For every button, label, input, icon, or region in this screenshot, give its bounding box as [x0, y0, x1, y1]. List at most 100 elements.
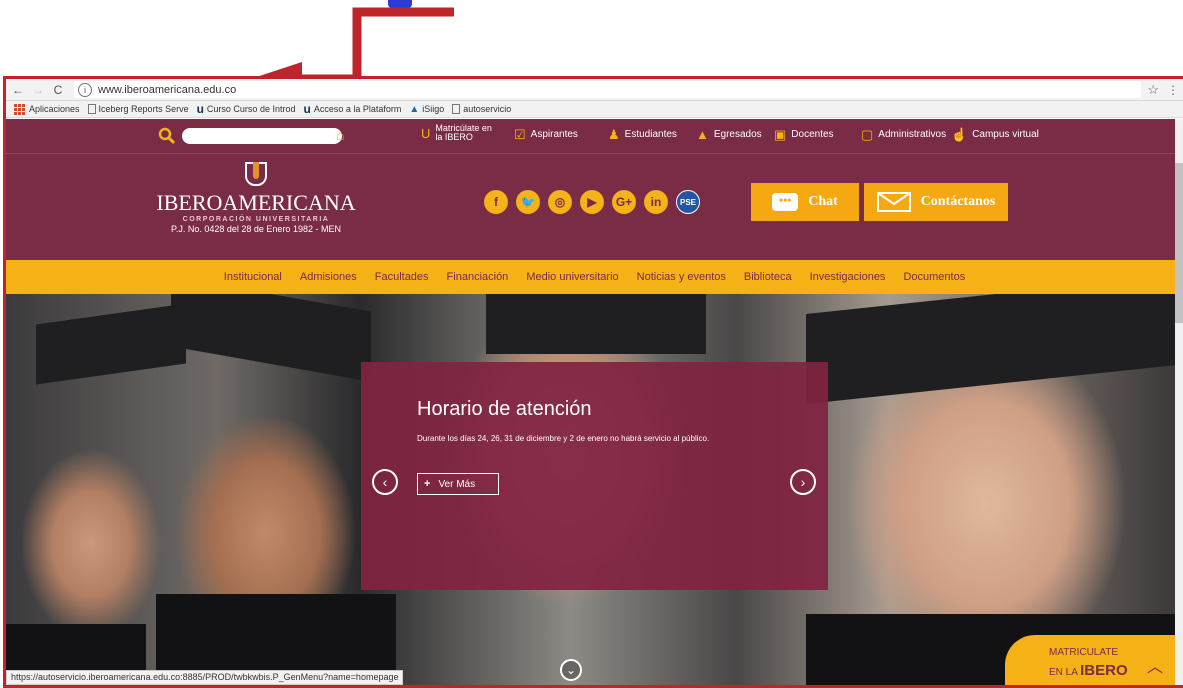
promo-panel: Horario de atención Durante los días 24,…: [361, 362, 828, 590]
chat-label: Chat: [808, 194, 838, 209]
bookmark-label: autoservicio: [463, 104, 512, 114]
bookmark-label: Acceso a la Plataform: [313, 104, 402, 114]
promo-text: Durante los días 24, 26, 31 de diciembre…: [417, 434, 710, 443]
bookmark-label: Aplicaciones: [29, 104, 80, 114]
bookmark-star-icon[interactable]: ☆: [1147, 82, 1159, 98]
status-bar: https://autoservicio.iberoamericana.edu.…: [6, 670, 404, 685]
topnav-aspirantes[interactable]: ☑ Aspirantes: [514, 128, 578, 141]
topnav-campus-virtual[interactable]: ☝ Campus virtual: [951, 128, 1039, 141]
bookmark-iceberg[interactable]: Iceberg Reports Serve: [87, 104, 189, 114]
mainnav-facultades[interactable]: Facultades: [375, 271, 429, 283]
bookmark-label: iSiigo: [422, 104, 445, 114]
graduation-cap-image: [486, 294, 706, 354]
ibero-mark-icon: U: [421, 125, 431, 141]
teacher-icon: ▣: [774, 127, 787, 142]
matriculate-line2-pre: EN LA: [1049, 667, 1078, 678]
topnav-label: Administrativos: [878, 129, 947, 140]
plus-icon: +: [424, 478, 431, 490]
topnav-estudiantes[interactable]: ♟ Estudiantes: [608, 128, 677, 141]
reload-button[interactable]: C: [50, 83, 66, 97]
document-icon: ▢: [861, 127, 874, 142]
topnav-label: la IBERO: [435, 132, 473, 142]
ibero-logo[interactable]: IBEROAMERICANA CORPORACIÓN UNIVERSITARIA…: [156, 162, 356, 234]
scrollbar-thumb[interactable]: [1175, 163, 1183, 323]
bookmark-isiigo[interactable]: ▲ iSiigo: [409, 104, 444, 115]
mainnav-admisiones[interactable]: Admisiones: [300, 271, 357, 283]
main-navigation: Institucional Admisiones Facultades Fina…: [6, 260, 1183, 294]
mainnav-noticias-eventos[interactable]: Noticias y eventos: [637, 271, 726, 283]
bookmark-label: Iceberg Reports Serve: [98, 104, 189, 114]
chevron-down-icon[interactable]: ⌄: [560, 659, 582, 681]
matriculate-line2-bold: IBERO: [1080, 662, 1128, 679]
info-icon[interactable]: i: [78, 82, 92, 97]
mainnav-medio-universitario[interactable]: Medio universitario: [526, 271, 618, 283]
chevron-up-icon: ︿: [1146, 659, 1163, 676]
chat-bubble-icon: •••: [772, 193, 799, 211]
hand-pointer-icon: ☝: [951, 127, 968, 142]
search-icon[interactable]: [158, 127, 176, 145]
url-field[interactable]: i www.iberoamericana.edu.co: [74, 81, 1142, 98]
page-icon: [87, 104, 96, 114]
mainnav-financiacion[interactable]: Financiación: [447, 271, 509, 283]
bookmark-label: Curso Curso de Introd: [206, 104, 296, 114]
forward-button[interactable]: →: [30, 83, 46, 97]
matriculate-tab[interactable]: MATRICULATE EN LA IBERO ︿: [1005, 635, 1183, 685]
site-header: IBEROAMERICANA CORPORACIÓN UNIVERSITARIA…: [6, 154, 1183, 260]
mainnav-biblioteca[interactable]: Biblioteca: [744, 271, 792, 283]
topnav-label: Estudiantes: [624, 129, 677, 140]
ibero-mark-icon: [245, 162, 267, 186]
bookmark-curso[interactable]: u Curso Curso de Introd: [197, 102, 296, 116]
students-icon: ♟: [608, 127, 620, 142]
u-icon: u: [196, 102, 204, 116]
youtube-icon[interactable]: ▶: [580, 190, 604, 214]
graduation-cap-image: [806, 294, 1183, 404]
facebook-icon[interactable]: f: [484, 190, 508, 214]
brand-name: IBEROAMERICANA: [156, 190, 356, 215]
graduation-cap-image: [36, 303, 186, 385]
checkbox-icon: ☑: [514, 127, 526, 142]
menu-icon[interactable]: ⋮: [1167, 83, 1179, 97]
apps-icon: [14, 103, 25, 115]
ver-mas-button[interactable]: + Ver Más: [417, 473, 499, 495]
topnav-matricula[interactable]: U Matricúlate en la IBERO: [421, 124, 492, 142]
graduation-cap-icon: ▲: [696, 127, 709, 142]
ver-mas-label: Ver Más: [438, 478, 476, 490]
back-button[interactable]: ←: [10, 83, 26, 97]
screenshot-stage: ← → C i www.iberoamericana.edu.co ☆ ⋮ Ap…: [0, 0, 1183, 688]
instagram-icon[interactable]: ◎: [548, 190, 572, 214]
topnav-administrativos[interactable]: ▢ Administrativos: [861, 128, 946, 141]
envelope-icon: [876, 192, 911, 212]
topnav-egresados[interactable]: ▲ Egresados: [696, 128, 762, 141]
chat-button[interactable]: ••• Chat: [751, 183, 859, 221]
url-text: www.iberoamericana.edu.co: [98, 83, 237, 96]
scrollbar[interactable]: [1175, 119, 1183, 685]
brand-legal: P.J. No. 0428 del 28 de Enero 1982 - MEN: [171, 224, 341, 234]
browser-window: ← → C i www.iberoamericana.edu.co ☆ ⋮ Ap…: [3, 76, 1183, 688]
matriculate-line1: MATRICULATE: [1049, 647, 1119, 658]
topnav-label: Egresados: [713, 129, 762, 140]
bookmark-acceso[interactable]: u Acceso a la Plataform: [303, 102, 401, 116]
carousel-prev-button[interactable]: ‹: [372, 469, 398, 495]
hero-slider: Horario de atención Durante los días 24,…: [6, 294, 1183, 685]
graduation-cap-image: [171, 294, 371, 382]
top-navigation: ⌂ U Matricúlate en la IBERO ☑ Aspirantes …: [6, 119, 1183, 154]
pse-icon[interactable]: PSE: [676, 190, 700, 214]
carousel-next-button[interactable]: ›: [790, 469, 816, 495]
bookmark-aplicaciones[interactable]: Aplicaciones: [14, 103, 80, 115]
topnav-docentes[interactable]: ▣ Docentes: [774, 128, 834, 141]
mainnav-documentos[interactable]: Documentos: [903, 271, 965, 283]
mainnav-investigaciones[interactable]: Investigaciones: [810, 271, 886, 283]
contact-button[interactable]: Contáctanos: [864, 183, 1008, 221]
topnav-label: Campus virtual: [972, 129, 1039, 140]
bookmarks-bar: Aplicaciones Iceberg Reports Serve u Cur…: [6, 101, 1183, 118]
search-input[interactable]: [182, 128, 342, 144]
linkedin-icon[interactable]: in: [644, 190, 668, 214]
bookmark-autoservicio[interactable]: autoservicio: [452, 104, 511, 114]
home-icon[interactable]: ⌂: [336, 127, 344, 143]
cropped-text-fragment: [388, 0, 412, 8]
twitter-icon[interactable]: 🐦: [516, 190, 540, 214]
contact-label: Contáctanos: [920, 194, 996, 209]
mainnav-institucional[interactable]: Institucional: [224, 271, 282, 283]
brand-subtitle: CORPORACIÓN UNIVERSITARIA: [182, 216, 330, 223]
google-plus-icon[interactable]: G+: [612, 190, 636, 214]
